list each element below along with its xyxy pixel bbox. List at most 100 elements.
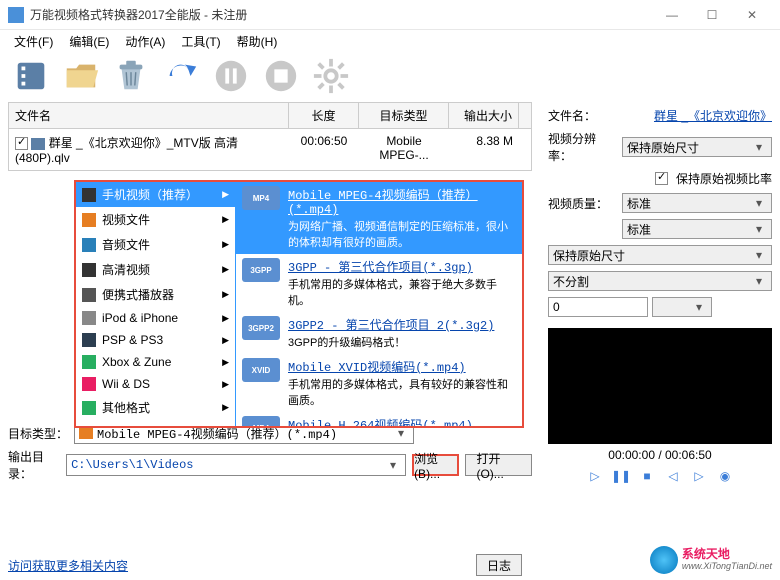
format-title: 3GPP - 第三代合作项目(*.3gp): [288, 258, 516, 275]
next-button[interactable]: ▷: [689, 466, 709, 486]
chevron-right-icon: ▶: [222, 264, 229, 275]
split-unit-select[interactable]: ▾: [652, 297, 712, 317]
stop-button[interactable]: [258, 54, 304, 98]
close-button[interactable]: ✕: [732, 3, 772, 27]
chevron-right-icon: ▶: [222, 189, 229, 200]
minimize-button[interactable]: —: [652, 3, 692, 27]
log-button[interactable]: 日志: [476, 554, 522, 576]
related-link[interactable]: 访问获取更多相关内容: [8, 557, 128, 574]
category-label: 视频文件: [102, 211, 150, 228]
keep-ratio-checkbox[interactable]: [655, 172, 668, 185]
category-icon: [82, 333, 96, 347]
category-item[interactable]: 音频文件▶: [76, 232, 235, 257]
browse-button[interactable]: 浏览(B)...: [412, 454, 459, 476]
col-filename[interactable]: 文件名: [9, 103, 289, 128]
quality-label: 视频质量：: [548, 195, 618, 212]
dropdown-icon[interactable]: ▾: [751, 248, 767, 262]
format-title: Mobile MPEG-4视频编码（推荐）(*.mp4): [288, 186, 516, 217]
format-desc: 3GPP的升级编码格式！: [288, 334, 516, 350]
table-row[interactable]: 群星 _《北京欢迎你》_MTV版 高清 (480P).qlv 00:06:50 …: [9, 129, 531, 170]
toolbar: [0, 52, 780, 100]
category-item[interactable]: Wii & DS▶: [76, 373, 235, 395]
category-icon: [82, 288, 96, 302]
category-icon: [82, 355, 96, 369]
format-badge-icon: MP4: [242, 416, 280, 426]
open-folder-button[interactable]: [58, 54, 104, 98]
dropdown-icon[interactable]: ▾: [751, 196, 767, 210]
menu-help[interactable]: 帮助(H): [231, 31, 284, 52]
output-dir-input[interactable]: [71, 458, 385, 472]
menu-file[interactable]: 文件(F): [8, 31, 59, 52]
resolution-select[interactable]: 保持原始尺寸▾: [622, 137, 772, 157]
quality-select[interactable]: 标准▾: [622, 193, 772, 213]
open-button[interactable]: 打开(O)...: [465, 454, 532, 476]
filename-value[interactable]: 群星 _《北京欢迎你》: [622, 107, 772, 124]
player-stop-button[interactable]: ■: [637, 466, 657, 486]
category-label: Xbox & Zune: [102, 355, 171, 369]
video-icon: [79, 427, 93, 439]
category-label: 便携式播放器: [102, 286, 174, 303]
player-pause-button[interactable]: ❚❚: [611, 466, 631, 486]
category-label: iPod & iPhone: [102, 311, 178, 325]
brand-name: 系统天地: [682, 548, 772, 561]
cell-filename: 群星 _《北京欢迎你》_MTV版 高清 (480P).qlv: [15, 136, 238, 165]
size-select[interactable]: 保持原始尺寸▾: [548, 245, 772, 265]
format-item[interactable]: MP4Mobile MPEG-4视频编码（推荐）(*.mp4)为网络广播、视频通…: [236, 182, 522, 254]
col-target[interactable]: 目标类型: [359, 103, 449, 128]
output-dir-label: 输出目录：: [8, 448, 60, 482]
split-value-input[interactable]: [548, 297, 648, 317]
category-item[interactable]: 其他格式▶: [76, 395, 235, 420]
category-item[interactable]: iPod & iPhone▶: [76, 307, 235, 329]
resolution-label: 视频分辨率：: [548, 130, 618, 164]
col-length[interactable]: 长度: [289, 103, 359, 128]
category-item[interactable]: 视频文件▶: [76, 207, 235, 232]
film-icon: [31, 138, 45, 150]
player-controls: ▷ ❚❚ ■ ◁ ▷ ◉: [548, 466, 772, 486]
menu-action[interactable]: 动作(A): [119, 31, 171, 52]
category-item[interactable]: 高清视频▶: [76, 257, 235, 282]
app-icon: [8, 7, 24, 23]
row-checkbox[interactable]: [15, 137, 28, 150]
right-pane: 文件名：群星 _《北京欢迎你》 视频分辨率：保持原始尺寸▾ 保持原始视频比率 视…: [540, 100, 780, 490]
titlebar: 万能视频格式转换器2017全能版 - 未注册 — ☐ ✕: [0, 0, 780, 30]
convert-button[interactable]: [158, 54, 204, 98]
table-header: 文件名 长度 目标类型 输出大小: [9, 103, 531, 129]
dropdown-icon[interactable]: ▾: [751, 140, 767, 154]
format-item[interactable]: XVIDMobile XVID视频编码(*.mp4)手机常用的多媒体格式，具有较…: [236, 354, 522, 412]
category-item[interactable]: Xbox & Zune▶: [76, 351, 235, 373]
category-label: 其他格式: [102, 399, 150, 416]
format-item[interactable]: 3GPP23GPP2 - 第三代合作项目 2(*.3g2)3GPP的升级编码格式…: [236, 312, 522, 354]
category-icon: [82, 377, 96, 391]
pause-button[interactable]: [208, 54, 254, 98]
category-label: 手机视频（推荐）: [102, 186, 198, 203]
category-item[interactable]: 便携式播放器▶: [76, 282, 235, 307]
play-button[interactable]: ▷: [585, 466, 605, 486]
output-dir-combo[interactable]: ▾: [66, 454, 406, 476]
category-label: 音频文件: [102, 236, 150, 253]
dropdown-icon[interactable]: ▾: [385, 458, 401, 472]
maximize-button[interactable]: ☐: [692, 3, 732, 27]
menu-tools[interactable]: 工具(T): [175, 31, 226, 52]
format-item[interactable]: MP4Mobile H.264视频编码(*.mp4)为网络广播、视频通信制定的压…: [236, 412, 522, 426]
add-file-button[interactable]: [8, 54, 54, 98]
menu-edit[interactable]: 编辑(E): [63, 31, 115, 52]
category-item[interactable]: PSP & PS3▶: [76, 329, 235, 351]
cell-length: 00:06:50: [289, 132, 359, 167]
prev-button[interactable]: ◁: [663, 466, 683, 486]
dropdown-icon[interactable]: ▾: [393, 426, 409, 440]
category-item[interactable]: 手机视频（推荐） ▶: [76, 182, 235, 207]
col-size[interactable]: 输出大小: [449, 103, 519, 128]
keep-ratio-label: 保持原始视频比率: [676, 170, 772, 187]
audio-quality-select[interactable]: 标准▾: [622, 219, 772, 239]
video-preview[interactable]: [548, 328, 772, 444]
category-icon: [82, 213, 96, 227]
snapshot-button[interactable]: ◉: [715, 466, 735, 486]
delete-button[interactable]: [108, 54, 154, 98]
split-select[interactable]: 不分割▾: [548, 271, 772, 291]
dropdown-icon[interactable]: ▾: [751, 274, 767, 288]
settings-button[interactable]: [308, 54, 354, 98]
dropdown-icon[interactable]: ▾: [691, 300, 707, 314]
dropdown-icon[interactable]: ▾: [751, 222, 767, 236]
format-item[interactable]: 3GPP3GPP - 第三代合作项目(*.3gp)手机常用的多媒体格式，兼容于绝…: [236, 254, 522, 312]
target-type-input[interactable]: [97, 426, 393, 440]
